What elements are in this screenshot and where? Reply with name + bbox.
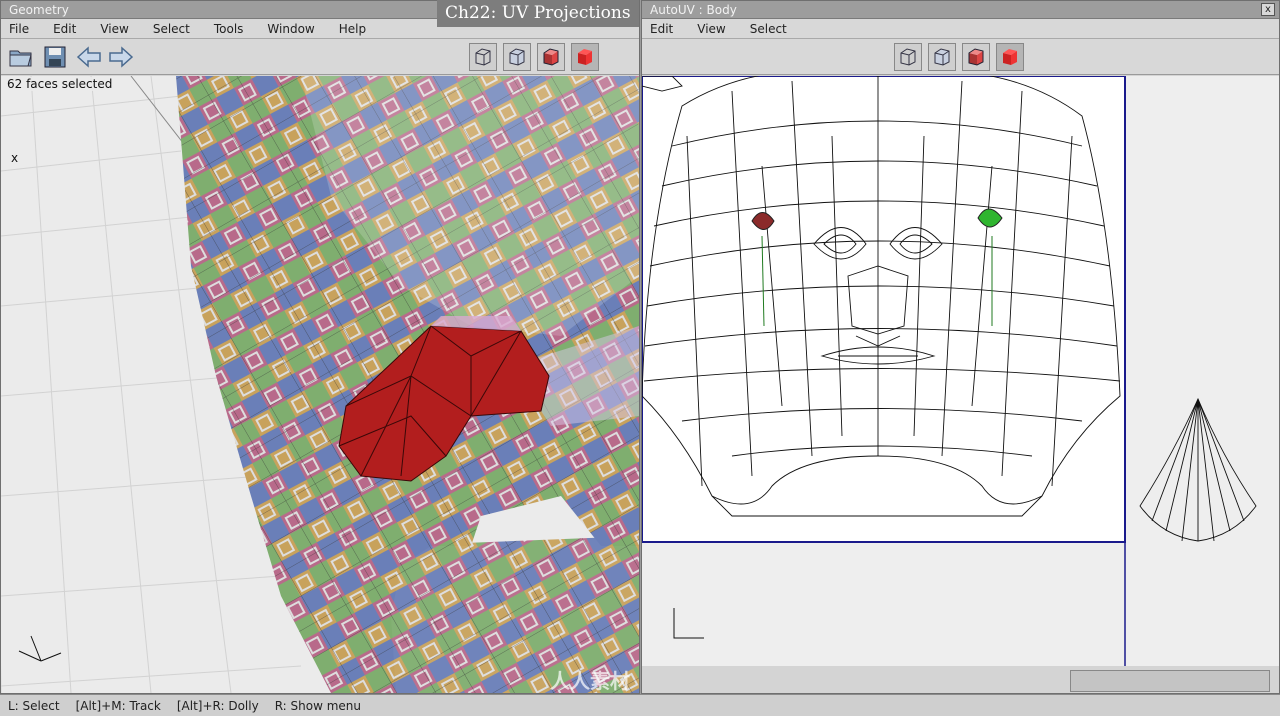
close-icon[interactable]: x <box>1261 3 1275 16</box>
geometry-viewport[interactable]: 62 faces selected x <box>1 76 639 693</box>
menu-tools[interactable]: Tools <box>214 22 244 36</box>
watermark-logo: 人人素材 <box>550 669 630 693</box>
ear-uv-island <box>1139 397 1257 542</box>
status-dolly-hint: [Alt]+R: Dolly <box>176 698 259 713</box>
menu-file[interactable]: File <box>9 22 29 36</box>
autouv-title-text: AutoUV : Body <box>650 3 737 17</box>
autouv-window: AutoUV : Body x Edit View Select <box>641 0 1280 694</box>
menu-view[interactable]: View <box>100 22 128 36</box>
menu-select[interactable]: Select <box>153 22 190 36</box>
uv-smooth-shaded-view-icon[interactable] <box>996 43 1024 71</box>
horizontal-scrollbar[interactable] <box>1070 670 1270 692</box>
uv-axis-gizmo <box>673 608 704 639</box>
hidden-line-view-icon[interactable] <box>503 43 531 71</box>
status-track-hint: [Alt]+M: Track <box>75 698 161 713</box>
flat-shaded-view-icon[interactable] <box>537 43 565 71</box>
uv-wireframe-view-icon[interactable] <box>894 43 922 71</box>
autouv-menubar: Edit View Select <box>642 19 1279 39</box>
uv-hidden-line-view-icon[interactable] <box>928 43 956 71</box>
status-bar: L: Select [Alt]+M: Track [Alt]+R: Dolly … <box>0 694 1280 716</box>
menu-edit[interactable]: Edit <box>53 22 76 36</box>
uv-editor-canvas[interactable] <box>642 76 1279 666</box>
back-arrow-icon[interactable] <box>75 43 103 71</box>
menu-window[interactable]: Window <box>267 22 314 36</box>
uv-menu-select[interactable]: Select <box>750 22 787 36</box>
menu-help[interactable]: Help <box>339 22 366 36</box>
chapter-title-overlay: Ch22: UV Projections <box>437 0 639 27</box>
wireframe-view-icon[interactable] <box>469 43 497 71</box>
selection-status: 62 faces selected <box>5 77 115 91</box>
uv-menu-edit[interactable]: Edit <box>650 22 673 36</box>
save-disk-icon[interactable] <box>41 43 69 71</box>
uv-flat-shaded-view-icon[interactable] <box>962 43 990 71</box>
open-folder-icon[interactable] <box>7 43 35 71</box>
geometry-toolbar <box>1 39 639 75</box>
status-select-hint: L: Select <box>8 698 60 713</box>
status-menu-hint: R: Show menu <box>274 698 361 713</box>
viewport-scene <box>1 76 639 693</box>
uv-layout <box>642 76 1257 666</box>
axis-gizmo <box>18 635 62 662</box>
uv-menu-view[interactable]: View <box>697 22 725 36</box>
x-axis-label: x <box>11 151 19 165</box>
autouv-window-title: AutoUV : Body x <box>642 1 1279 19</box>
smooth-shaded-view-icon[interactable] <box>571 43 599 71</box>
geometry-window: Geometry File Edit View Select Tools Win… <box>0 0 640 694</box>
forward-arrow-icon[interactable] <box>107 43 135 71</box>
autouv-toolbar <box>642 39 1279 75</box>
